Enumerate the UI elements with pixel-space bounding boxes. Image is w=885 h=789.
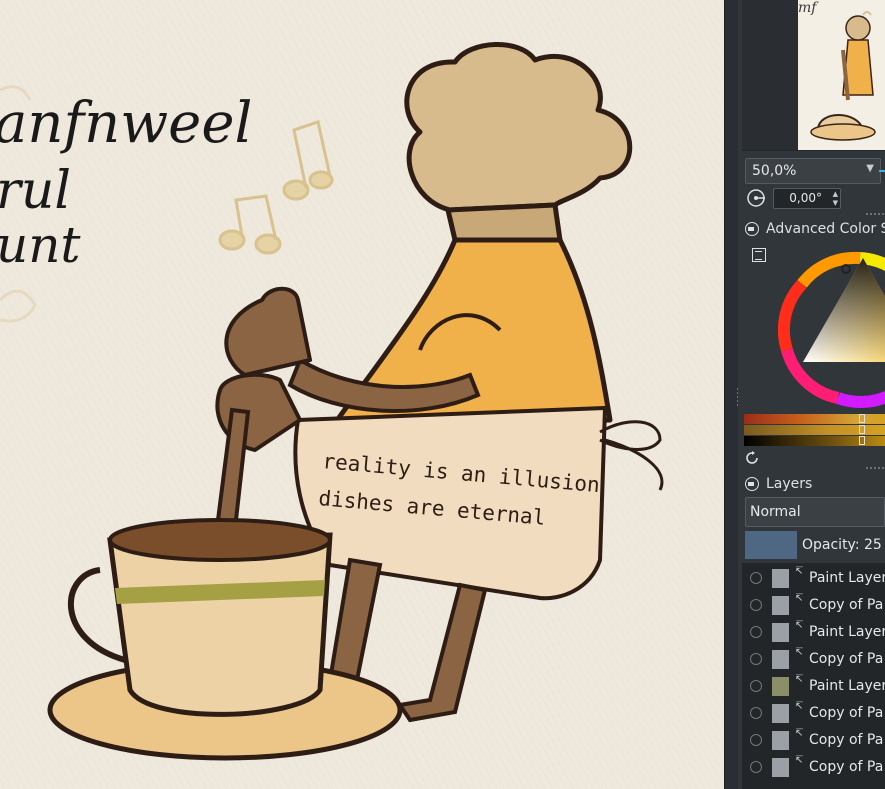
handwriting-line-1: anfnweel bbox=[0, 91, 252, 156]
chevron-down-icon: ▼ bbox=[866, 163, 874, 174]
color-settings-icon[interactable] bbox=[752, 248, 766, 262]
docker-grip-dots bbox=[866, 467, 884, 469]
advanced-color-title: Advanced Color S bbox=[766, 221, 885, 237]
visibility-eye-icon[interactable] bbox=[750, 572, 762, 584]
layer-name: Copy of Pa bbox=[809, 705, 884, 721]
hue-slider[interactable] bbox=[744, 414, 885, 424]
blending-mode-combobox[interactable]: Normal bbox=[745, 497, 885, 527]
layer-name: Copy of Pa bbox=[809, 759, 884, 775]
advanced-color-docker-title[interactable]: Advanced Color S bbox=[745, 219, 885, 239]
handwriting-line-3: unt bbox=[0, 216, 81, 274]
saturation-slider[interactable] bbox=[744, 425, 885, 435]
layer-link-icon: ↸ bbox=[795, 674, 804, 685]
zoom-value: 50,0% bbox=[752, 163, 797, 179]
rotation-spinbox[interactable]: 0,00° ▲ ▼ bbox=[773, 188, 841, 209]
layer-row[interactable]: ↸ Copy of Pa bbox=[742, 727, 885, 754]
overview-thumbnail[interactable]: mf bbox=[798, 0, 885, 150]
refresh-icon[interactable] bbox=[745, 451, 759, 465]
layer-name: Copy of Pa bbox=[809, 732, 884, 748]
color-sliders[interactable] bbox=[744, 414, 885, 447]
zoom-combobox[interactable]: 50,0% ▼ bbox=[745, 158, 881, 184]
layer-row[interactable]: ↸ Copy of Pa bbox=[742, 646, 885, 673]
layer-row[interactable]: ↸ Copy of Pa bbox=[742, 592, 885, 619]
layer-link-icon: ↸ bbox=[795, 755, 804, 766]
layer-row[interactable]: ↸ Paint Layer bbox=[742, 619, 885, 646]
layer-thumbnail bbox=[772, 569, 789, 588]
blending-mode-value: Normal bbox=[750, 504, 801, 520]
drawing-canvas[interactable]: anfnweel rul unt reality is an illusion … bbox=[0, 0, 724, 789]
opacity-fill bbox=[745, 531, 797, 559]
layer-link-icon: ↸ bbox=[795, 728, 804, 739]
docker-panel: mf 50,0% ▼ 0,00° ▲ ▼ Advanced Color S La… bbox=[738, 0, 885, 789]
layer-row[interactable]: ↸ Paint Layer bbox=[742, 565, 885, 592]
visibility-eye-icon[interactable] bbox=[750, 680, 762, 692]
visibility-eye-icon[interactable] bbox=[750, 653, 762, 665]
svg-text:mf: mf bbox=[798, 0, 819, 16]
visibility-eye-icon[interactable] bbox=[750, 626, 762, 638]
visibility-eye-icon[interactable] bbox=[750, 707, 762, 719]
overview-docker[interactable]: mf bbox=[742, 0, 885, 151]
layer-row[interactable]: ↸ Copy of Pa bbox=[742, 700, 885, 727]
layer-row[interactable]: ↸ Copy of Pa bbox=[742, 754, 885, 781]
rotation-value: 0,00° bbox=[789, 191, 822, 205]
visibility-eye-icon[interactable] bbox=[750, 599, 762, 611]
layer-thumbnail bbox=[772, 596, 789, 615]
spin-arrows-icon[interactable]: ▲ ▼ bbox=[833, 190, 838, 208]
opacity-label: Opacity: 25 bbox=[802, 537, 882, 553]
opacity-slider[interactable]: Opacity: 25 bbox=[745, 531, 885, 559]
layer-name: Paint Layer bbox=[809, 678, 885, 694]
layer-thumbnail bbox=[772, 677, 789, 696]
layer-name: Copy of Pa bbox=[809, 597, 884, 613]
layer-link-icon: ↸ bbox=[795, 647, 804, 658]
handwriting-line-2: rul bbox=[0, 161, 71, 221]
layer-link-icon: ↸ bbox=[795, 701, 804, 712]
zoom-slider-accent[interactable] bbox=[879, 170, 885, 172]
layer-thumbnail bbox=[772, 623, 789, 642]
layer-link-icon: ↸ bbox=[795, 593, 804, 604]
layers-list[interactable]: ↸ Paint Layer ↸ Copy of Pa ↸ Paint Layer… bbox=[742, 563, 885, 789]
layer-thumbnail bbox=[772, 731, 789, 750]
layer-link-icon: ↸ bbox=[795, 566, 804, 577]
layer-row[interactable]: ↸ Paint Layer bbox=[742, 673, 885, 700]
layer-name: Paint Layer bbox=[809, 624, 885, 640]
lock-icon[interactable] bbox=[745, 477, 759, 491]
value-slider[interactable] bbox=[744, 436, 885, 446]
lock-icon[interactable] bbox=[745, 222, 759, 236]
canvas-artwork: anfnweel rul unt reality is an illusion … bbox=[0, 0, 724, 789]
color-selector-wheel[interactable] bbox=[777, 240, 885, 414]
docker-grip-dots bbox=[866, 213, 884, 215]
layer-name: Paint Layer bbox=[809, 570, 885, 586]
layers-title: Layers bbox=[766, 476, 813, 492]
layer-thumbnail bbox=[772, 704, 789, 723]
visibility-eye-icon[interactable] bbox=[750, 761, 762, 773]
visibility-eye-icon[interactable] bbox=[750, 734, 762, 746]
rotation-icon[interactable] bbox=[745, 188, 767, 208]
docker-splitter[interactable] bbox=[724, 0, 739, 789]
layer-name: Copy of Pa bbox=[809, 651, 884, 667]
layer-thumbnail bbox=[772, 758, 789, 777]
layers-docker-title[interactable]: Layers bbox=[745, 474, 812, 494]
layer-thumbnail bbox=[772, 650, 789, 669]
layer-link-icon: ↸ bbox=[795, 620, 804, 631]
